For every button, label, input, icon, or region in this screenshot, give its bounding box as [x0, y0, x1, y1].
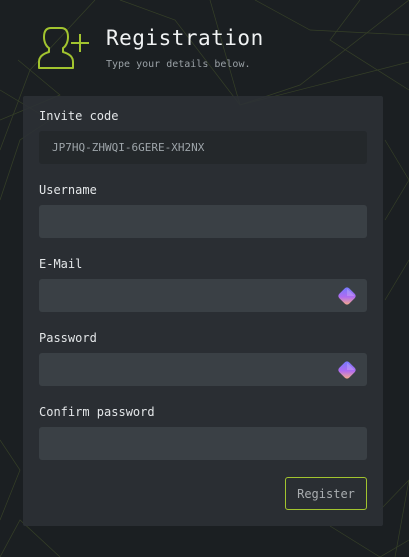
invite-code-label: Invite code	[39, 109, 119, 123]
add-user-icon	[38, 27, 89, 69]
invite-code-input[interactable]	[39, 131, 367, 164]
page-header: Registration Type your details below.	[36, 22, 376, 82]
password-manager-icon[interactable]	[335, 358, 359, 382]
username-label: Username	[39, 183, 97, 197]
register-button[interactable]: Register	[285, 477, 367, 510]
page-title: Registration	[106, 26, 264, 50]
password-field[interactable]	[39, 353, 367, 386]
page-subtitle: Type your details below.	[106, 59, 251, 70]
email-input[interactable]	[39, 279, 367, 312]
email-label: E-Mail	[39, 257, 83, 271]
email-field[interactable]	[39, 279, 367, 312]
registration-page: Registration Type your details below. In…	[0, 0, 409, 557]
password-manager-icon[interactable]	[335, 284, 359, 308]
confirm-password-label: Confirm password	[39, 405, 155, 419]
registration-form: Invite code Username E-Mail	[23, 96, 383, 526]
invite-code-field[interactable]	[39, 131, 367, 164]
username-field[interactable]	[39, 205, 367, 238]
username-input[interactable]	[39, 205, 367, 238]
password-input[interactable]	[39, 353, 367, 386]
password-label: Password	[39, 331, 97, 345]
confirm-password-input[interactable]	[39, 427, 367, 460]
confirm-password-field[interactable]	[39, 427, 367, 460]
